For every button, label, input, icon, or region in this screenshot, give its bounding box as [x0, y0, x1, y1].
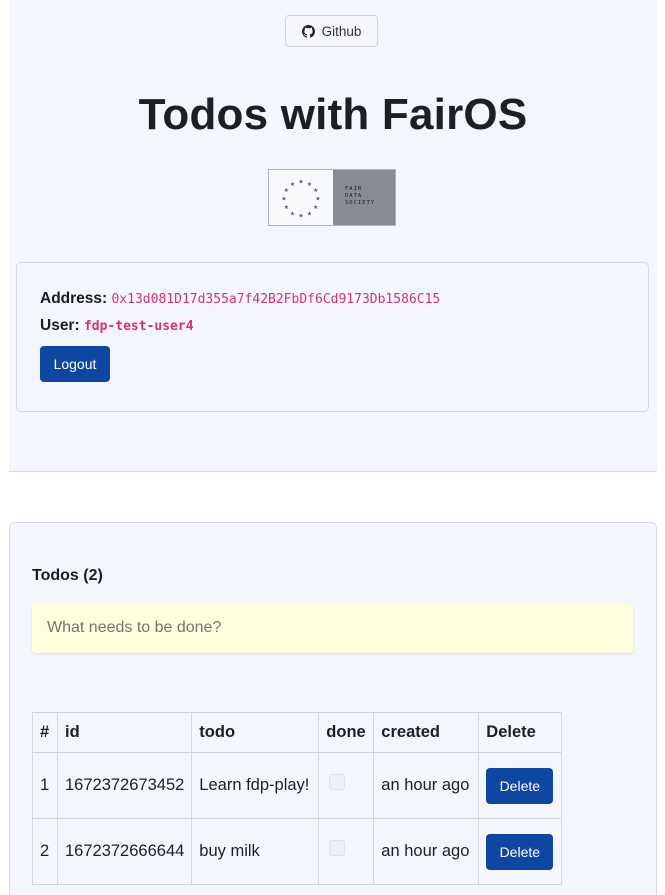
page-title: Todos with FairOS: [138, 90, 528, 139]
done-checkbox[interactable]: [329, 839, 346, 856]
done-checkbox[interactable]: [329, 773, 346, 790]
address-row: Address: 0x13d081D17d355a7f42B2FbDf6Cd91…: [40, 290, 440, 308]
row-id: 1672372673452: [56, 752, 193, 819]
account-card: Address: 0x13d081D17d355a7f42B2FbDf6Cd91…: [16, 262, 649, 412]
row-done-cell: [318, 752, 375, 819]
delete-button[interactable]: Delete: [486, 833, 554, 870]
address-value: 0x13d081D17d355a7f42B2FbDf6Cd9173Db1586C…: [111, 292, 441, 307]
table-header-row: # id todo done created Delete: [32, 712, 563, 753]
address-label: Address:: [40, 290, 108, 307]
emblem-star: ★: [315, 196, 320, 203]
column-header-todo: todo: [191, 712, 320, 753]
emblem-star: ★: [307, 210, 312, 217]
row-id: 1672372666644: [56, 818, 193, 885]
new-todo-input[interactable]: [32, 603, 633, 653]
todos-panel: Todos (2) # id todo done created Delete …: [9, 522, 657, 895]
emblem-star: ★: [290, 181, 295, 188]
row-created: an hour ago: [373, 818, 480, 885]
github-button-label: Github: [321, 23, 362, 39]
emblem-star: ★: [307, 181, 312, 188]
row-todo: Learn fdp-play!: [191, 752, 320, 819]
emblem-star: ★: [284, 187, 289, 194]
todos-heading: Todos (2): [32, 567, 103, 584]
emblem-star: ★: [313, 187, 318, 194]
table-row: 1 1672372673452 Learn fdp-play! an hour …: [32, 752, 563, 819]
user-value: fdp-test-user4: [83, 319, 194, 334]
emblem-star: ★: [298, 179, 303, 186]
row-created: an hour ago: [373, 752, 480, 819]
row-delete-cell: Delete: [478, 818, 563, 885]
column-header-done: done: [318, 712, 375, 753]
user-label: User:: [40, 317, 80, 334]
eu-stars-emblem: ★ ★ ★ ★ ★ ★ ★ ★ ★ ★ ★ ★: [269, 170, 333, 225]
row-number: 2: [32, 818, 58, 885]
column-header-delete: Delete: [478, 712, 563, 753]
column-header-id: id: [56, 712, 193, 753]
github-icon: [301, 24, 315, 38]
logout-button[interactable]: Logout: [40, 346, 110, 382]
todos-table: # id todo done created Delete 1 16723726…: [32, 712, 563, 885]
emblem-star: ★: [298, 213, 303, 220]
emblem-star: ★: [313, 204, 318, 211]
emblem-star: ★: [290, 210, 295, 217]
row-todo: buy milk: [191, 818, 320, 885]
delete-button[interactable]: Delete: [486, 767, 554, 804]
row-delete-cell: Delete: [478, 752, 563, 819]
header: Github Todos with FairOS ★ ★ ★ ★ ★ ★ ★ ★ ★ ★ ★ ★ FA…: [9, 0, 657, 472]
fair-data-society-logo: ★ ★ ★ ★ ★ ★ ★ ★ ★ ★ ★ ★ FAIR DATA SOCIETY: [268, 169, 396, 226]
user-row: User: fdp-test-user4: [40, 317, 194, 335]
column-header-created: created: [373, 712, 480, 753]
logo-wordmark: FAIR DATA SOCIETY: [333, 170, 395, 225]
table-row: 2 1672372666644 buy milk an hour ago Del…: [32, 818, 563, 885]
emblem-star: ★: [281, 196, 286, 203]
github-button[interactable]: Github: [285, 15, 378, 47]
row-done-cell: [318, 818, 375, 885]
column-header-number: #: [32, 712, 58, 753]
row-number: 1: [32, 752, 58, 819]
emblem-star: ★: [284, 204, 289, 211]
